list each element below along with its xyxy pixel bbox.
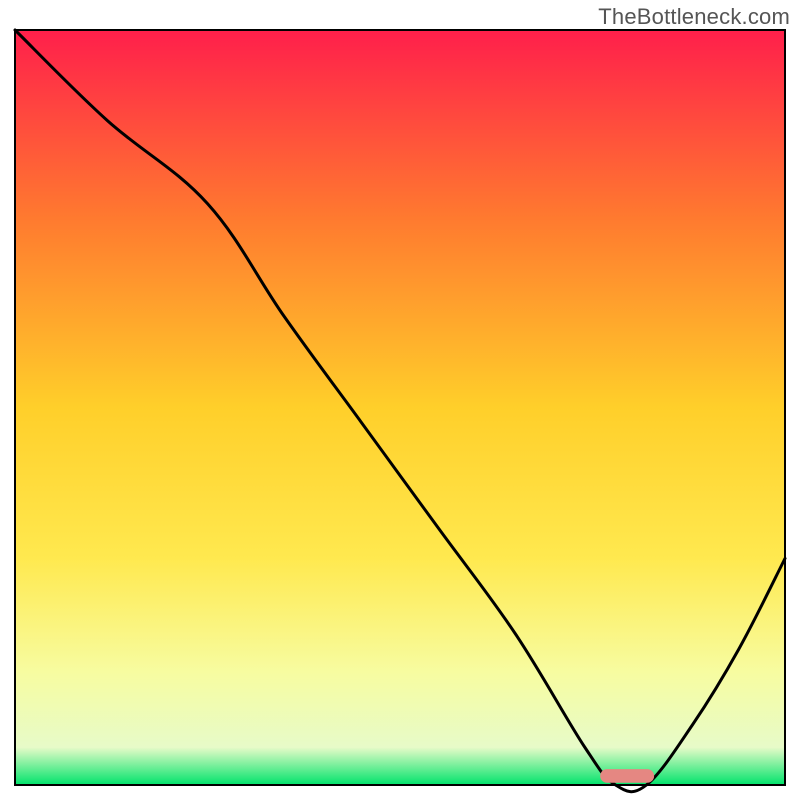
watermark-text: TheBottleneck.com [598,4,790,30]
chart-container: TheBottleneck.com [0,0,800,800]
optimal-range-marker [600,769,654,783]
plot-group [15,30,785,792]
chart-svg [0,0,800,800]
gradient-background [15,30,785,785]
